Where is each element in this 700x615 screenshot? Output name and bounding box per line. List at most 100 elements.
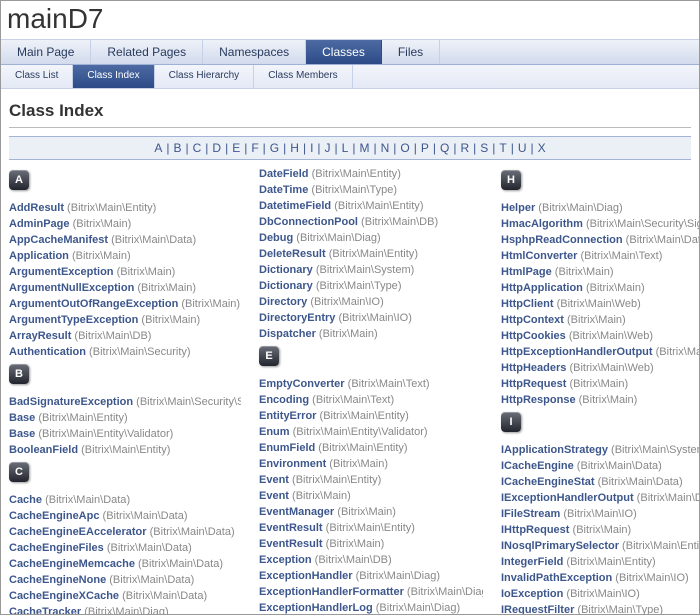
namespace-link[interactable]: Main [343,184,367,196]
namespace-link[interactable]: Main [601,378,625,390]
subtab-class-list[interactable]: Class List [1,65,73,88]
class-link[interactable]: CacheTracker [9,606,81,615]
namespace-link[interactable]: Bitrix [126,590,150,602]
namespace-link[interactable]: Main [598,314,622,326]
namespace-link[interactable]: Bitrix [93,346,117,358]
class-link[interactable]: DeleteResult [259,248,326,260]
class-link[interactable]: Directory [259,296,307,308]
namespace-link[interactable]: Main [148,266,172,278]
namespace-link[interactable]: Bitrix [582,394,606,406]
namespace-link[interactable]: Main [104,218,128,230]
class-link[interactable]: Event [259,490,289,502]
namespace-link[interactable]: Bitrix [296,474,320,486]
namespace-link[interactable]: Bitrix [333,458,357,470]
namespace-link[interactable]: Bitrix [314,296,338,308]
class-link[interactable]: ArgumentTypeException [9,314,138,326]
class-link[interactable]: Authentication [9,346,86,358]
namespace-link[interactable]: Bitrix [342,312,366,324]
namespace-link[interactable]: Text [406,378,426,390]
namespace-link[interactable]: Data [167,574,190,586]
class-link[interactable]: IoException [501,588,563,600]
namespace-link[interactable]: Bitrix [615,444,639,456]
namespace-link[interactable]: Bitrix [49,494,73,506]
namespace-link[interactable]: Entity [680,540,700,552]
namespace-link[interactable]: Main [181,526,205,538]
namespace-link[interactable]: Data [208,526,231,538]
class-link[interactable]: InvalidPathException [501,572,612,584]
alpha-link-c[interactable]: C [193,141,202,155]
alpha-link-g[interactable]: G [270,141,279,155]
class-link[interactable]: HsphpReadConnection [501,234,623,246]
class-link[interactable]: HttpApplication [501,282,583,294]
namespace-link[interactable]: Bitrix [567,508,591,520]
namespace-link[interactable]: Bitrix [296,490,320,502]
namespace-link[interactable]: Entity [351,426,379,438]
namespace-link[interactable]: Bitrix [78,330,102,342]
alpha-link-u[interactable]: U [518,141,527,155]
namespace-link[interactable]: Data [103,494,126,506]
namespace-link[interactable]: Bitrix [185,298,209,310]
namespace-link[interactable]: Data [684,234,700,246]
namespace-link[interactable]: Main [360,458,384,470]
class-link[interactable]: IntegerField [501,556,563,568]
namespace-link[interactable]: Main [142,234,166,246]
namespace-link[interactable]: Sign [237,396,241,408]
namespace-link[interactable]: Bitrix [573,378,597,390]
namespace-link[interactable]: Main [347,280,371,292]
class-link[interactable]: ArgumentException [9,266,114,278]
namespace-link[interactable]: Diag [434,602,457,614]
namespace-link[interactable]: Bitrix [626,540,650,552]
namespace-link[interactable]: Type [374,280,398,292]
namespace-link[interactable]: Entity [370,168,398,180]
namespace-link[interactable]: Main [365,200,389,212]
namespace-link[interactable]: Main [368,506,392,518]
namespace-link[interactable]: Web [627,330,649,342]
class-link[interactable]: Encoding [259,394,309,406]
namespace-link[interactable]: Entity [387,248,415,260]
class-link[interactable]: ExceptionHandlerFormatter [259,586,404,598]
class-link[interactable]: Exception [259,554,312,566]
namespace-link[interactable]: Entity [384,522,412,534]
namespace-link[interactable]: Bitrix [323,410,347,422]
namespace-link[interactable]: Bitrix [576,524,600,536]
namespace-link[interactable]: Bitrix [120,266,144,278]
class-link[interactable]: AppCacheManifest [9,234,108,246]
namespace-link[interactable]: Bitrix [359,570,383,582]
class-link[interactable]: CacheEngineApc [9,510,99,522]
namespace-link[interactable]: IO [673,572,685,584]
namespace-link[interactable]: Bitrix [619,572,643,584]
alpha-link-b[interactable]: B [173,141,181,155]
namespace-link[interactable]: Main [70,412,94,424]
alpha-link-p[interactable]: P [421,141,429,155]
class-link[interactable]: Environment [259,458,326,470]
namespace-link[interactable]: Bitrix [560,298,584,310]
namespace-link[interactable]: Bitrix [76,250,100,262]
alpha-link-m[interactable]: M [359,141,369,155]
namespace-link[interactable]: Bitrix [142,558,166,570]
namespace-link[interactable]: Bitrix [322,442,346,454]
namespace-link[interactable]: Main [213,298,237,310]
class-link[interactable]: HttpExceptionHandlerOutput [501,346,653,358]
namespace-link[interactable]: Bitrix [329,522,353,534]
alpha-link-h[interactable]: H [290,141,299,155]
namespace-link[interactable]: Validator [127,428,170,440]
namespace-link[interactable]: Diag [354,232,377,244]
namespace-link[interactable]: Bitrix [76,218,100,230]
namespace-link[interactable]: Main [138,542,162,554]
class-link[interactable]: Dictionary [259,264,313,276]
alpha-link-l[interactable]: L [342,141,349,155]
class-link[interactable]: HtmlConverter [501,250,577,262]
namespace-link[interactable]: Data [165,542,188,554]
namespace-link[interactable]: Bitrix [332,248,356,260]
namespace-link[interactable]: Bitrix [338,200,362,212]
alpha-link-q[interactable]: Q [440,141,449,155]
class-link[interactable]: HttpResponse [501,394,576,406]
namespace-link[interactable]: Data [196,558,219,570]
namespace-link[interactable]: Main [323,474,347,486]
class-link[interactable]: Base [9,412,35,424]
namespace-link[interactable]: Entity [350,474,378,486]
namespace-link[interactable]: DB [133,330,148,342]
class-link[interactable]: CacheEngineXCache [9,590,119,602]
class-link[interactable]: DateTime [259,184,308,196]
namespace-link[interactable]: Text [370,394,390,406]
